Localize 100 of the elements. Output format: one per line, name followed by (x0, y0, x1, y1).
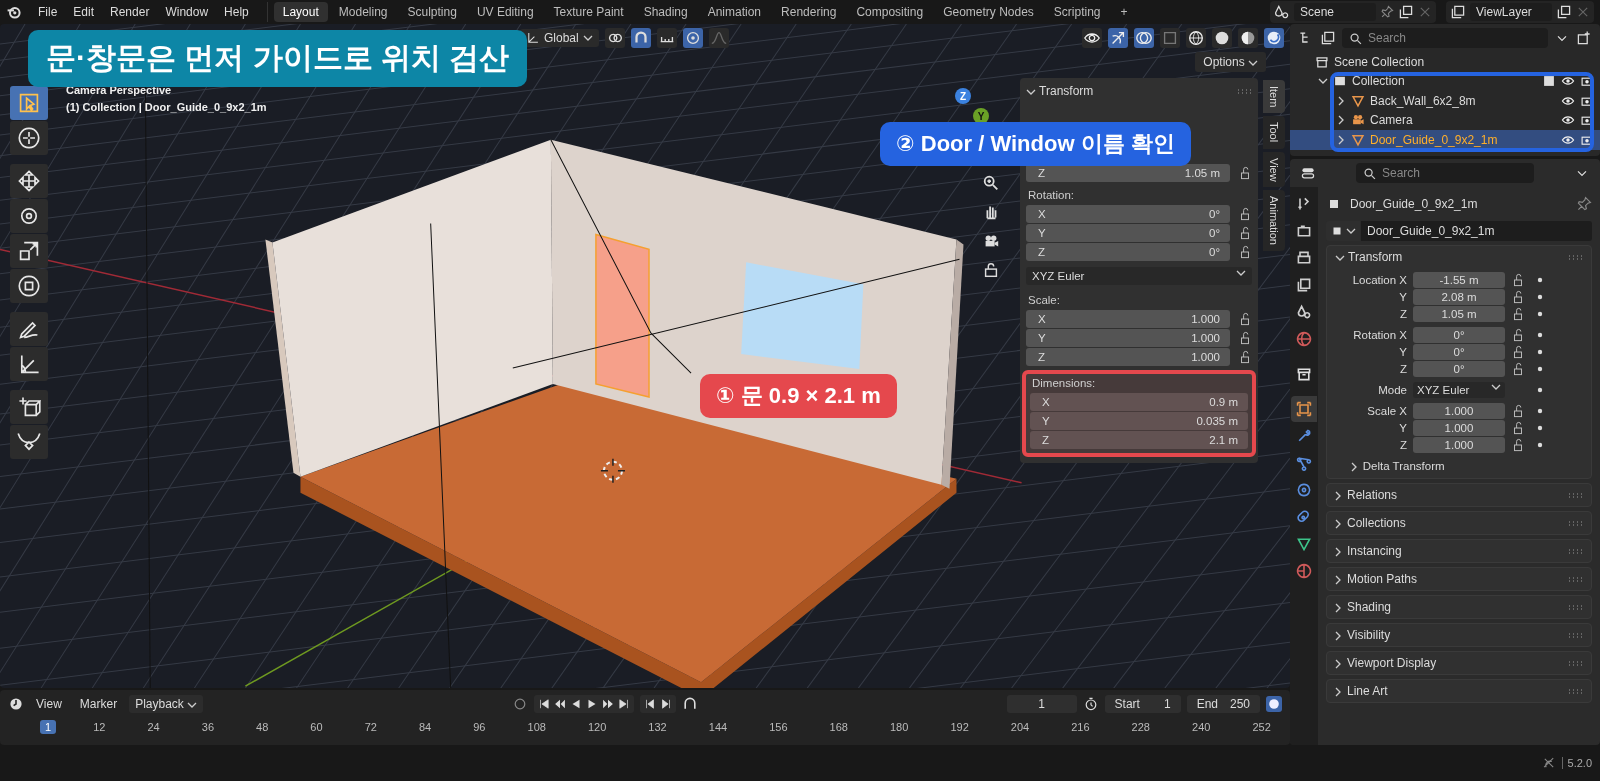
pivot-icon[interactable] (604, 28, 625, 48)
menu-item[interactable]: Render (104, 3, 156, 21)
wireframe-shading-icon[interactable] (1186, 28, 1206, 48)
solid-shading-icon[interactable] (1212, 28, 1232, 48)
checkbox-icon[interactable] (1542, 74, 1556, 89)
workspace-tab[interactable]: Animation (698, 2, 771, 22)
gizmo-icon[interactable] (1108, 28, 1128, 48)
panel-header[interactable]: Shading (1335, 600, 1392, 614)
visibility-icon[interactable] (1082, 28, 1102, 48)
search-field[interactable]: Search (1356, 163, 1534, 183)
search-field[interactable]: Search (1342, 28, 1548, 48)
workspace-tab[interactable]: Layout (273, 2, 328, 22)
drag-handle-icon[interactable] (1567, 659, 1583, 667)
pin-icon[interactable] (1380, 5, 1394, 19)
number-field[interactable]: 0° (1413, 327, 1505, 343)
3d-cursor-icon[interactable] (600, 458, 626, 484)
editor-type-icon[interactable] (1300, 165, 1316, 181)
chevron-down-icon[interactable] (1318, 78, 1328, 85)
frame-number[interactable]: 108 (522, 720, 551, 735)
keyframe-dot-icon[interactable] (1537, 408, 1543, 414)
rendered-shading-icon[interactable] (1264, 28, 1284, 48)
number-field[interactable]: -1.55 m (1413, 272, 1505, 288)
copy-icon[interactable] (1556, 4, 1572, 20)
unlocked-padlock-icon[interactable] (1511, 421, 1525, 435)
panel-header[interactable]: Motion Paths (1335, 572, 1418, 586)
current-frame-field[interactable]: 1 (1006, 695, 1077, 714)
frame-number[interactable]: 12 (88, 720, 111, 735)
number-field[interactable]: 1.000 (1413, 420, 1505, 436)
workspace-tab[interactable]: Shading (634, 2, 697, 22)
close-icon[interactable] (1418, 5, 1432, 19)
frame-number[interactable]: 84 (413, 720, 437, 735)
unlocked-padlock-icon[interactable] (1511, 307, 1525, 321)
number-field[interactable]: Y 0.035 m (1030, 412, 1248, 430)
unlocked-padlock-icon[interactable] (1238, 207, 1252, 221)
frame-number[interactable]: 192 (945, 720, 974, 735)
falloff-curve-icon[interactable] (708, 28, 729, 48)
frame-number[interactable]: 96 (468, 720, 491, 735)
panel-header[interactable]: Transform (1335, 250, 1403, 264)
panel-header[interactable]: Instancing (1335, 544, 1402, 558)
chevron-right-icon[interactable] (1338, 95, 1344, 106)
frame-number[interactable]: 168 (824, 720, 853, 735)
frame-number[interactable]: 216 (1066, 720, 1095, 735)
workspace-tab[interactable]: UV Editing (467, 2, 543, 22)
layers-icon[interactable] (1450, 4, 1466, 20)
unlocked-padlock-icon[interactable] (1511, 345, 1525, 359)
options-dropdown[interactable]: Options (1195, 52, 1266, 72)
number-field[interactable]: 2.08 m (1413, 289, 1505, 305)
xray-icon[interactable] (1160, 28, 1180, 48)
panel-header[interactable]: Relations (1335, 488, 1398, 502)
tool-button[interactable] (10, 347, 48, 381)
frame-number[interactable]: 1 (40, 720, 57, 735)
unlocked-padlock-icon[interactable] (1238, 350, 1252, 364)
frame-number[interactable]: 72 (359, 720, 382, 735)
orientation-dropdown[interactable]: Global (520, 29, 599, 47)
keyframe-dot-icon[interactable] (1537, 442, 1543, 448)
unlocked-padlock-icon[interactable] (1511, 273, 1525, 287)
frame-number[interactable]: 228 (1126, 720, 1155, 735)
workspace-tab[interactable]: Rendering (772, 2, 846, 22)
number-field[interactable]: 1.05 m (1413, 306, 1505, 322)
unlocked-padlock-icon[interactable] (1511, 362, 1525, 376)
tool-button[interactable] (10, 425, 48, 459)
number-field[interactable]: 1.000 (1413, 403, 1505, 419)
drag-handle-icon[interactable] (1567, 491, 1583, 499)
number-field[interactable]: Y 1.000 (1026, 329, 1230, 347)
workspace-tab[interactable]: Compositing (847, 2, 933, 22)
drag-handle-icon[interactable] (1567, 687, 1583, 695)
scene-icon[interactable] (1274, 4, 1290, 20)
sidebar-tab[interactable]: Tool (1263, 116, 1285, 149)
menu-item[interactable]: File (32, 3, 64, 21)
unlocked-padlock-icon[interactable] (1238, 245, 1252, 259)
unlocked-padlock-icon[interactable] (1511, 404, 1525, 418)
outliner-item[interactable]: Collection (1290, 71, 1600, 91)
filter-images-icon[interactable] (1320, 30, 1336, 46)
material-shading-icon[interactable] (1238, 28, 1258, 48)
increment-icon[interactable] (656, 28, 677, 48)
frame-number[interactable]: 144 (703, 720, 733, 735)
outliner-item[interactable]: Back_Wall_6x2_8m (1290, 91, 1600, 111)
number-field[interactable]: Z 1.000 (1026, 348, 1230, 366)
number-field[interactable]: 1.000 (1413, 437, 1505, 453)
number-field[interactable]: 0° (1413, 344, 1505, 360)
zoom-icon[interactable] (982, 174, 1000, 192)
scene-camera-icon[interactable] (1266, 696, 1282, 713)
pin-icon[interactable] (1576, 196, 1592, 212)
playback-dropdown[interactable]: Playback (129, 695, 204, 714)
number-field[interactable]: Y 0° (1026, 224, 1230, 242)
drag-handle-icon[interactable] (1567, 519, 1583, 527)
number-field[interactable]: Z 0° (1026, 243, 1230, 261)
panel-title[interactable]: Transform (1026, 84, 1094, 98)
workspace-tab[interactable]: Modeling (329, 2, 397, 22)
sidebar-tab[interactable]: View (1263, 151, 1285, 188)
keyframe-dot-icon[interactable] (1537, 311, 1543, 317)
lock-icon[interactable] (982, 261, 1000, 279)
view-layer-field[interactable]: ViewLayer (1470, 3, 1552, 21)
tool-button[interactable] (10, 269, 48, 303)
keyframe-dot-icon[interactable] (1537, 366, 1543, 372)
frame-number[interactable]: 60 (305, 720, 328, 735)
panel-header[interactable]: Collections (1335, 516, 1406, 530)
menu-item[interactable]: Window (159, 3, 215, 21)
number-field[interactable]: X 0° (1026, 205, 1230, 223)
sidebar-tab[interactable]: Item (1263, 80, 1285, 114)
